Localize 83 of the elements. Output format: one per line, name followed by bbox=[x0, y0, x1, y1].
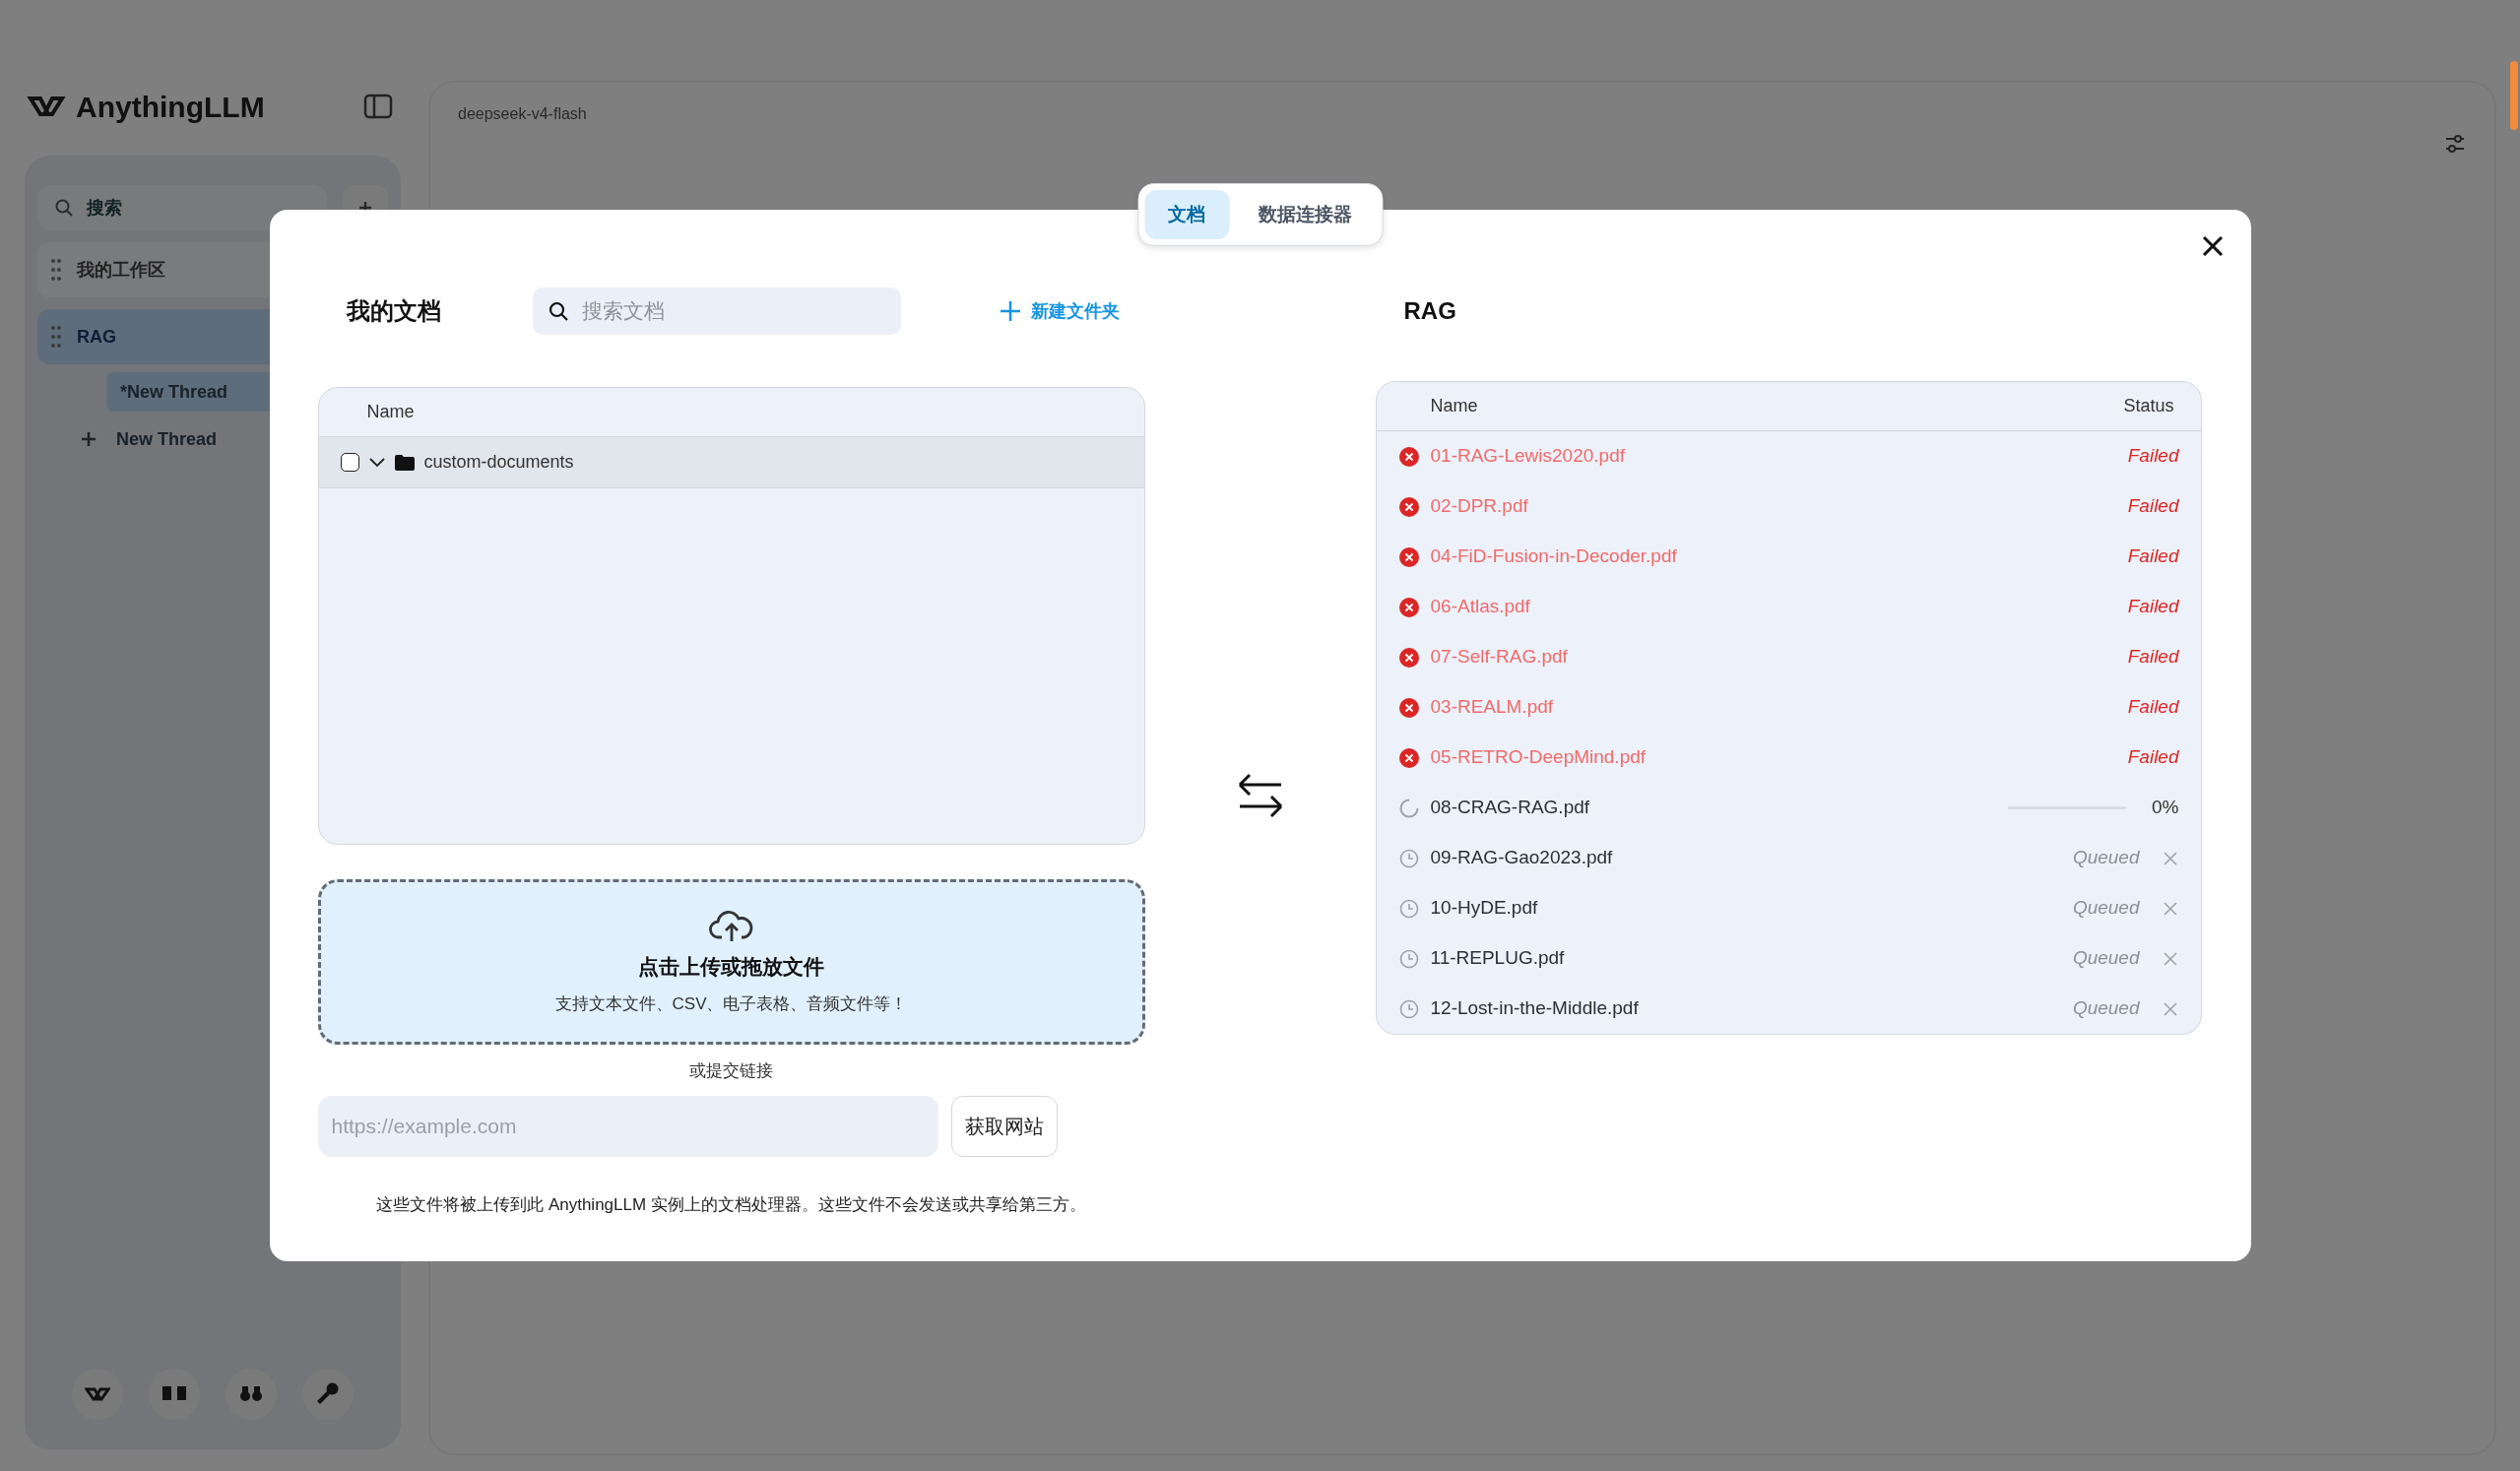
error-icon bbox=[1398, 647, 1419, 668]
file-name: 02-DPR.pdf bbox=[1430, 494, 1528, 519]
binoculars-button[interactable] bbox=[226, 1369, 277, 1420]
scrollbar-thumb[interactable] bbox=[2510, 61, 2518, 130]
file-status: Queued bbox=[2072, 946, 2140, 971]
wrench-button[interactable] bbox=[302, 1369, 354, 1420]
error-icon bbox=[1398, 546, 1419, 567]
drag-handle-icon bbox=[51, 258, 61, 282]
model-name: deepseek-v4-flash bbox=[458, 104, 587, 124]
file-name: 03-REALM.pdf bbox=[1430, 695, 1554, 720]
file-status: Queued bbox=[2072, 846, 2140, 870]
close-icon bbox=[2161, 899, 2179, 918]
sliders-icon[interactable] bbox=[2443, 132, 2467, 156]
file-status: Failed bbox=[2127, 695, 2179, 720]
search-icon bbox=[548, 301, 568, 321]
tab[interactable]: 文档 bbox=[1144, 190, 1229, 239]
file-status: Failed bbox=[2127, 494, 2179, 519]
upload-dropzone[interactable]: 点击上传或拖放文件 支持文本文件、CSV、电子表格、音频文件等！ bbox=[317, 879, 1145, 1045]
file-name: 05-RETRO-DeepMind.pdf bbox=[1430, 745, 1647, 770]
column-header: Status bbox=[2123, 395, 2174, 417]
upload-hint: 支持文本文件、CSV、电子表格、音频文件等！ bbox=[554, 993, 908, 1015]
workspace-name: RAG bbox=[77, 325, 116, 349]
column-header: Name bbox=[1430, 395, 1478, 417]
url-field[interactable]: https://example.com bbox=[317, 1095, 938, 1157]
sidebar-toggle-icon[interactable] bbox=[363, 94, 393, 119]
drag-handle-icon bbox=[51, 325, 61, 349]
file-status: Failed bbox=[2127, 645, 2179, 670]
file-status: Failed bbox=[2127, 745, 2179, 770]
search-icon bbox=[55, 199, 73, 217]
logo-button[interactable] bbox=[72, 1369, 123, 1420]
folder-icon bbox=[394, 454, 415, 471]
error-icon bbox=[1398, 597, 1419, 617]
chevron-down-icon bbox=[368, 457, 385, 468]
clock-icon bbox=[1398, 848, 1419, 868]
search-placeholder: 搜索 bbox=[87, 196, 122, 220]
file-status: 0% bbox=[2152, 796, 2179, 820]
clock-icon bbox=[1398, 998, 1419, 1019]
app-logo: AnythingLLM bbox=[76, 89, 265, 125]
cancel-button[interactable] bbox=[2161, 899, 2179, 918]
error-icon bbox=[1398, 697, 1419, 718]
fetch-website-button[interactable]: 获取网站 bbox=[950, 1095, 1058, 1157]
error-icon bbox=[1398, 496, 1419, 517]
thread-name: *New Thread bbox=[120, 380, 228, 404]
close-icon bbox=[2161, 949, 2179, 968]
file-status: Failed bbox=[2127, 544, 2179, 569]
workspace-name: 我的工作区 bbox=[77, 258, 165, 282]
privacy-note: 这些文件将被上传到此 AnythingLLM 实例上的文档处理器。这些文件不会发送或共享给第三方。 bbox=[376, 1193, 1086, 1216]
file-name: 12-Lost-in-the-Middle.pdf bbox=[1430, 996, 1639, 1021]
file-name: 08-CRAG-RAG.pdf bbox=[1430, 796, 1590, 820]
file-name: 07-Self-RAG.pdf bbox=[1430, 645, 1568, 670]
new-folder-button[interactable]: 新建文件夹 bbox=[999, 297, 1120, 325]
folder-row[interactable]: custom-documents bbox=[318, 437, 1144, 488]
cancel-button[interactable] bbox=[2161, 999, 2179, 1018]
file-status: Failed bbox=[2127, 444, 2179, 469]
search-field[interactable]: 搜索 bbox=[37, 185, 327, 230]
or-link-label: 或提交链接 bbox=[689, 1060, 773, 1082]
logo-icon bbox=[85, 1387, 110, 1401]
thread-name: New Thread bbox=[116, 427, 218, 451]
upload-title: 点击上传或拖放文件 bbox=[638, 953, 824, 980]
error-icon bbox=[1398, 446, 1419, 467]
folder-name: custom-documents bbox=[423, 451, 574, 474]
cancel-button[interactable] bbox=[2161, 849, 2179, 867]
workspace-title: RAG bbox=[1402, 296, 1456, 326]
file-name: 11-REPLUG.pdf bbox=[1430, 946, 1565, 971]
clock-icon bbox=[1398, 898, 1419, 919]
file-status: Queued bbox=[2072, 996, 2140, 1021]
tab[interactable]: 数据连接器 bbox=[1235, 190, 1376, 239]
file-status: Queued bbox=[2072, 896, 2140, 921]
close-icon bbox=[2161, 999, 2179, 1018]
file-name: 04-FiD-Fusion-in-Decoder.pdf bbox=[1430, 544, 1677, 569]
book-button[interactable] bbox=[149, 1369, 200, 1420]
search-field[interactable]: 搜索文档 bbox=[532, 288, 901, 335]
clock-icon bbox=[1398, 948, 1419, 969]
file-name: 06-Atlas.pdf bbox=[1430, 595, 1530, 619]
file-name: 10-HyDE.pdf bbox=[1430, 896, 1538, 921]
error-icon bbox=[1398, 747, 1419, 768]
cancel-button[interactable] bbox=[2161, 949, 2179, 968]
file-name: 09-RAG-Gao2023.pdf bbox=[1430, 846, 1613, 870]
close-icon bbox=[2161, 849, 2179, 867]
spinner-icon bbox=[1398, 798, 1419, 818]
file-name: 01-RAG-Lewis2020.pdf bbox=[1430, 444, 1625, 469]
checkbox[interactable] bbox=[340, 453, 359, 472]
file-status: Failed bbox=[2127, 595, 2179, 619]
